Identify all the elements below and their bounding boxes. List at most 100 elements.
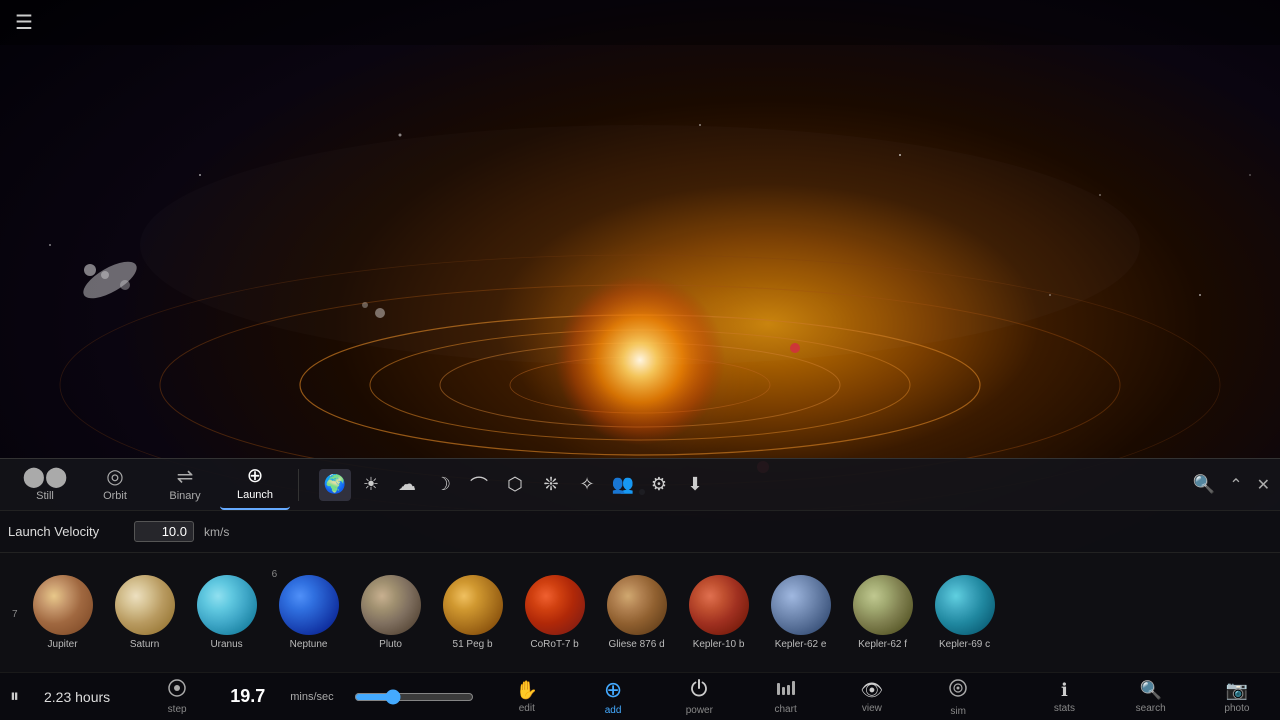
asteroid-filter-icon[interactable]: ⬡ xyxy=(499,469,531,501)
velocity-unit-label: km/s xyxy=(204,525,229,539)
sim-label: sim xyxy=(950,706,966,717)
speed-slider[interactable] xyxy=(354,689,474,705)
planet-jupiter[interactable]: Jupiter xyxy=(22,571,104,654)
search-icon: 🔍 xyxy=(1139,680,1161,701)
toolbar-chevron-icon[interactable]: ⌃ xyxy=(1229,475,1242,495)
nav-row: ⬤⬤ Still ◎ Orbit ⇌ Binary ⊕ Launch 🌍 ☀ ☁… xyxy=(0,458,1280,510)
sun-filter-icon[interactable]: ☀ xyxy=(355,469,387,501)
power-label: power xyxy=(686,705,713,716)
jupiter-name: Jupiter xyxy=(48,639,78,650)
stats-icon: ℹ xyxy=(1061,680,1068,701)
power-button[interactable]: power xyxy=(666,678,732,716)
edit-button[interactable]: ✋ edit xyxy=(494,680,560,714)
planet-pluto[interactable]: Pluto xyxy=(350,571,432,654)
photo-icon: 📷 xyxy=(1226,680,1248,701)
corot7b-image xyxy=(525,575,585,635)
pluto-name: Pluto xyxy=(379,639,402,650)
orbit-icon: ◎ xyxy=(106,467,123,487)
nav-orbit-label: Orbit xyxy=(103,490,127,502)
planet-kepler69c[interactable]: Kepler-69 c xyxy=(924,571,1006,654)
planet-51peg-b[interactable]: 51 Peg b xyxy=(432,571,514,654)
launch-velocity-row: Launch Velocity km/s xyxy=(0,510,1280,552)
kepler62e-image xyxy=(771,575,831,635)
nav-binary[interactable]: ⇌ Binary xyxy=(150,460,220,510)
power-icon xyxy=(689,678,709,703)
add-label: add xyxy=(605,705,622,716)
velocity-input[interactable] xyxy=(134,521,194,542)
pluto-image xyxy=(361,575,421,635)
step-button[interactable]: step xyxy=(144,679,210,715)
step-label: step xyxy=(168,704,187,715)
nav-launch[interactable]: ⊕ Launch xyxy=(220,460,290,510)
kepler69c-name: Kepler-69 c xyxy=(939,639,990,650)
sim-icon xyxy=(947,677,969,704)
gliese876d-name: Gliese 876 d xyxy=(608,639,664,650)
planet-kepler62e[interactable]: Kepler-62 e xyxy=(760,571,842,654)
top-bar: ☰ xyxy=(0,0,1280,45)
planet-uranus[interactable]: Uranus xyxy=(186,571,268,654)
spiral-filter-icon[interactable]: ❊ xyxy=(535,469,567,501)
gear-filter-icon[interactable]: ⚙ xyxy=(643,469,675,501)
nav-binary-label: Binary xyxy=(169,490,200,502)
saturn-name: Saturn xyxy=(130,639,159,650)
stats-button[interactable]: ℹ stats xyxy=(1031,680,1097,714)
photo-label: photo xyxy=(1224,703,1249,714)
nav-still-label: Still xyxy=(36,490,54,502)
planet-kepler62f[interactable]: Kepler-62 f xyxy=(842,571,924,654)
stats-label: stats xyxy=(1054,703,1075,714)
kepler10b-image xyxy=(689,575,749,635)
planet-count-7: 7 xyxy=(8,607,22,622)
toolbar-close-icon[interactable]: ✕ xyxy=(1257,475,1270,495)
search-label: search xyxy=(1136,703,1166,714)
comet-filter-icon[interactable]: ⌒ xyxy=(463,469,495,501)
filter-toolbar: 🌍 ☀ ☁ ☽ ⌒ ⬡ ❊ ✧ 👥 ⚙ ⬇ xyxy=(319,469,711,501)
nav-orbit[interactable]: ◎ Orbit xyxy=(80,460,150,510)
chart-button[interactable]: chart xyxy=(752,679,818,715)
cloud-filter-icon[interactable]: ☁ xyxy=(391,469,423,501)
51peg-name: 51 Peg b xyxy=(453,639,493,650)
planet-neptune[interactable]: Neptune xyxy=(268,571,350,654)
people-filter-icon[interactable]: 👥 xyxy=(607,469,639,501)
planet-filter-icon[interactable]: 🌍 xyxy=(319,469,351,501)
neptune-name: Neptune xyxy=(290,639,328,650)
launch-icon: ⊕ xyxy=(247,466,264,486)
hamburger-menu[interactable]: ☰ xyxy=(10,5,38,40)
speed-unit: mins/sec xyxy=(290,691,333,703)
planet-corot7b[interactable]: CoRoT-7 b xyxy=(514,571,596,654)
planet-saturn[interactable]: Saturn xyxy=(104,571,186,654)
drop-filter-icon[interactable]: ⬇ xyxy=(679,469,711,501)
nav-launch-label: Launch xyxy=(237,489,273,501)
pause-button[interactable]: ⏸ xyxy=(10,686,19,707)
step-icon xyxy=(166,679,188,702)
kepler69c-image xyxy=(935,575,995,635)
gliese876d-image xyxy=(607,575,667,635)
uranus-name: Uranus xyxy=(210,639,242,650)
planet-gliese876d[interactable]: Gliese 876 d xyxy=(596,571,678,654)
edit-icon: ✋ xyxy=(516,680,538,701)
view-label: view xyxy=(862,703,882,714)
binary-icon: ⇌ xyxy=(177,467,194,487)
planet-kepler10b[interactable]: Kepler-10 b xyxy=(678,571,760,654)
moon-filter-icon[interactable]: ☽ xyxy=(427,469,459,501)
kepler62f-image xyxy=(853,575,913,635)
status-bar: ⏸ 2.23 hours step 19.7 mins/sec ✋ edit ⊕… xyxy=(0,672,1280,720)
still-icon: ⬤⬤ xyxy=(23,467,68,487)
speed-display: 19.7 xyxy=(230,686,270,707)
view-button[interactable]: 👁 view xyxy=(839,680,905,714)
nebula-filter-icon[interactable]: ✧ xyxy=(571,469,603,501)
kepler62f-name: Kepler-62 f xyxy=(858,639,907,650)
add-button[interactable]: ⊕ add xyxy=(580,677,646,716)
jupiter-image xyxy=(33,575,93,635)
photo-button[interactable]: 📷 photo xyxy=(1204,680,1270,714)
bottom-panel: ⬤⬤ Still ◎ Orbit ⇌ Binary ⊕ Launch 🌍 ☀ ☁… xyxy=(0,458,1280,720)
uranus-image xyxy=(197,575,257,635)
view-icon: 👁 xyxy=(860,680,883,701)
time-display: 2.23 hours xyxy=(44,689,124,705)
neptune-image xyxy=(279,575,339,635)
nav-still[interactable]: ⬤⬤ Still xyxy=(10,460,80,510)
toolbar-search-icon[interactable]: 🔍 xyxy=(1193,474,1215,495)
search-button[interactable]: 🔍 search xyxy=(1118,680,1184,714)
saturn-image xyxy=(115,575,175,635)
sim-button[interactable]: sim xyxy=(925,677,991,717)
chart-label: chart xyxy=(774,704,796,715)
